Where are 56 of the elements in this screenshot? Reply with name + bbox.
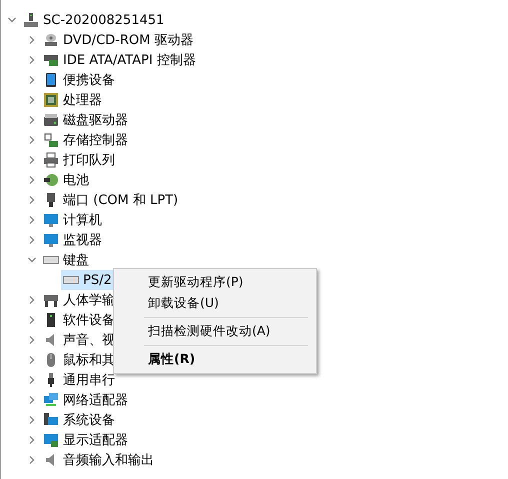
chevron-icon[interactable] — [28, 256, 36, 264]
chevron-icon[interactable] — [28, 336, 36, 344]
chevron-icon[interactable] — [28, 56, 36, 64]
tablet-icon — [43, 72, 59, 88]
tree-item[interactable]: 网络适配器 — [41, 390, 132, 410]
chevron-icon[interactable] — [28, 316, 36, 324]
chevron-icon[interactable] — [28, 436, 36, 444]
chevron-icon[interactable] — [28, 356, 36, 364]
battery-icon — [43, 172, 59, 188]
chevron-icon[interactable] — [8, 16, 16, 24]
storage-icon — [43, 132, 59, 148]
tree-item[interactable]: 磁盘驱动器 — [41, 110, 132, 130]
tree-item[interactable]: 处理器 — [41, 90, 106, 110]
chevron-icon[interactable] — [28, 176, 36, 184]
tree-item[interactable]: PS/2 — [61, 270, 116, 290]
chevron-icon[interactable] — [28, 296, 36, 304]
chevron-icon[interactable] — [28, 96, 36, 104]
disc-drive-icon — [43, 32, 59, 48]
system-icon — [43, 412, 59, 428]
tree-item[interactable]: 通用串行 — [41, 370, 119, 390]
chevron-icon[interactable] — [28, 216, 36, 224]
monitor-icon — [43, 232, 59, 248]
chevron-icon[interactable] — [28, 236, 36, 244]
tree-item[interactable]: 存储控制器 — [41, 130, 132, 150]
tree-item[interactable]: IDE ATA/ATAPI 控制器 — [41, 50, 200, 70]
monitor-icon — [43, 212, 59, 228]
chip-icon — [43, 92, 59, 108]
chevron-icon[interactable] — [28, 196, 36, 204]
chevron-icon[interactable] — [28, 136, 36, 144]
tree-item[interactable]: 便携设备 — [41, 70, 119, 90]
tree-item[interactable]: 打印队列 — [41, 150, 119, 170]
tree-item[interactable]: SC-202008251451 — [21, 10, 168, 30]
tree-item[interactable]: 音频输入和输出 — [41, 450, 158, 470]
tree-item[interactable]: 端口 (COM 和 LPT) — [41, 190, 182, 210]
menu-item[interactable]: 更新驱动程序(P) — [114, 272, 316, 293]
display-adapter-icon — [43, 432, 59, 448]
disk-drive-icon — [43, 112, 59, 128]
chevron-icon[interactable] — [28, 456, 36, 464]
printer-icon — [43, 152, 59, 168]
chevron-icon[interactable] — [28, 396, 36, 404]
network-icon — [43, 392, 59, 408]
chevron-icon[interactable] — [28, 116, 36, 124]
tree-item[interactable]: 监视器 — [41, 230, 106, 250]
chevron-icon[interactable] — [28, 76, 36, 84]
tree-item[interactable]: 显示适配器 — [41, 430, 132, 450]
chevron-icon[interactable] — [28, 416, 36, 424]
tree-item[interactable]: 系统设备 — [41, 410, 119, 430]
chevron-icon[interactable] — [28, 36, 36, 44]
tree-item[interactable]: 电池 — [41, 170, 93, 190]
tree-item[interactable]: DVD/CD-ROM 驱动器 — [41, 30, 198, 50]
tree-item[interactable]: 键盘 — [41, 250, 93, 270]
computer-icon — [23, 12, 39, 28]
controller-card-icon — [43, 52, 59, 68]
chevron-icon[interactable] — [28, 156, 36, 164]
chevron-icon[interactable] — [28, 376, 36, 384]
tree-item[interactable]: 计算机 — [41, 210, 106, 230]
